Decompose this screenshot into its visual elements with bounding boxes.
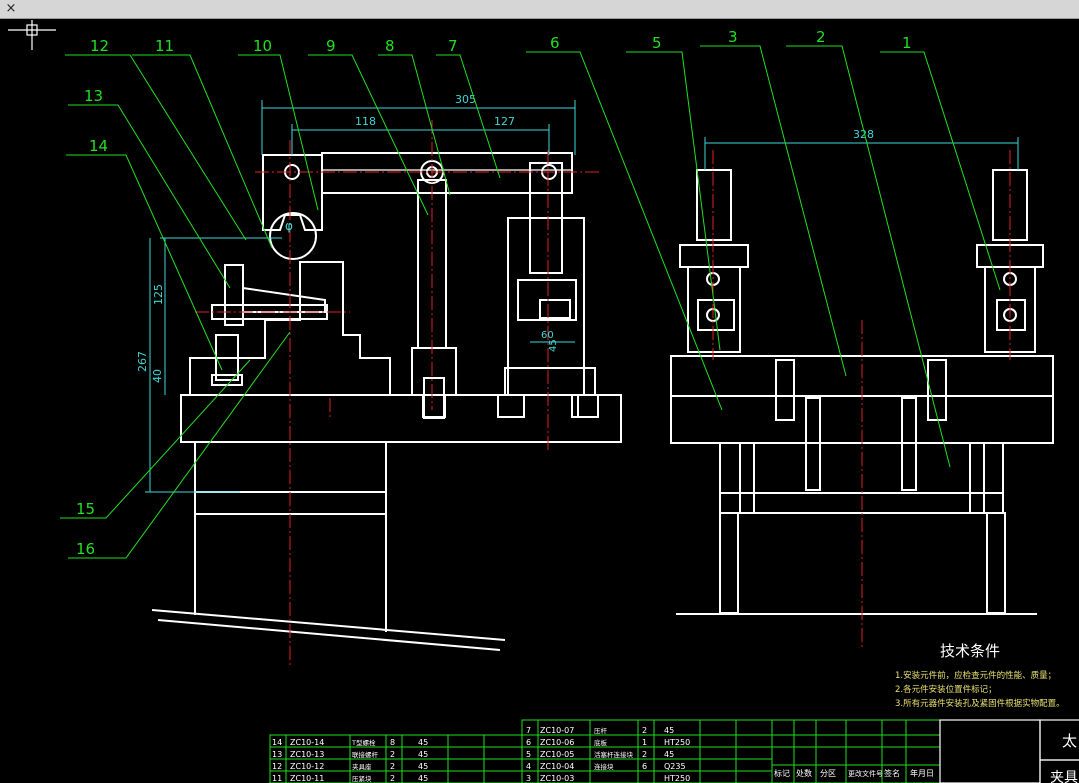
balloon-10: 10 xyxy=(253,37,272,55)
balloon-2: 2 xyxy=(816,28,826,46)
bom-name: 压杆 xyxy=(594,726,608,735)
bom-material: 45 xyxy=(664,726,674,735)
bom-no: 6 xyxy=(526,738,531,747)
svg-text:267: 267 xyxy=(136,351,149,372)
tb-header-4: 更改文件号 xyxy=(848,769,883,778)
bom-code: ZC10-07 xyxy=(540,726,574,735)
title-block: 标记 处数 分区 更改文件号 签名 年月日 太 夹具 xyxy=(771,719,1079,783)
balloon-11: 11 xyxy=(155,37,174,55)
document-tab-bar: × xyxy=(0,0,1079,19)
bom-material: 45 xyxy=(418,762,428,771)
bom-name: 底板 xyxy=(594,738,608,747)
support-stand xyxy=(151,442,506,651)
bom-code: ZC10-12 xyxy=(290,762,324,771)
side-view xyxy=(670,150,1054,650)
bom-code: ZC10-11 xyxy=(290,774,324,783)
tb-header-3: 分区 xyxy=(820,769,836,778)
bom-no: 12 xyxy=(272,762,282,771)
bom-qty: 2 xyxy=(642,750,647,759)
bom-material: 45 xyxy=(664,750,674,759)
bom-material: HT250 xyxy=(664,774,690,783)
balloon-6: 6 xyxy=(550,34,560,52)
workpiece-circle xyxy=(269,212,317,260)
tech-line-2: 2.各元件安装位置件标记； xyxy=(895,684,997,695)
bom-code: ZC10-13 xyxy=(290,750,324,759)
balloon-12: 12 xyxy=(90,37,109,55)
tb-header-5: 签名 xyxy=(884,768,900,778)
balloon-14: 14 xyxy=(89,137,108,155)
balloon-9: 9 xyxy=(326,37,336,55)
bom-no: 3 xyxy=(526,774,531,783)
side-cylinder-left xyxy=(696,169,732,241)
tech-line-3: 3.所有元器件安装孔及紧固件根据实物配置。 xyxy=(895,698,1065,709)
bom-material: HT250 xyxy=(664,738,690,747)
bom-no: 7 xyxy=(526,726,531,735)
technical-conditions: 技术条件 1.安装元件前，应检查元件的性能、质量； 2.各元件安装位置件标记； … xyxy=(895,642,1065,709)
balloon-13: 13 xyxy=(84,87,103,105)
bom-material: 45 xyxy=(418,738,428,747)
bom-material: Q235 xyxy=(664,762,686,771)
tb-header-2: 处数 xyxy=(796,768,812,778)
bom-qty: 2 xyxy=(642,726,647,735)
drawing-name: 夹具 xyxy=(1050,770,1078,783)
balloon-1: 1 xyxy=(902,34,912,52)
svg-text:127: 127 xyxy=(494,115,515,128)
bom-qty: 2 xyxy=(390,750,395,759)
balloon-leaders xyxy=(60,45,1001,559)
bom-no: 4 xyxy=(526,762,531,771)
svg-text:125: 125 xyxy=(152,284,165,305)
bom-no: 11 xyxy=(272,774,282,783)
ucs-crosshair xyxy=(8,20,56,50)
tech-title: 技术条件 xyxy=(940,642,1000,660)
base-plate xyxy=(180,394,622,443)
bom-name: 夹具座 xyxy=(352,762,372,771)
bom-qty: 6 xyxy=(642,762,647,771)
svg-text:φ: φ xyxy=(285,219,293,233)
bom-code: ZC10-06 xyxy=(540,738,574,747)
balloon-5: 5 xyxy=(652,34,662,52)
tb-header-6: 年月日 xyxy=(910,768,934,778)
bom-material: 45 xyxy=(418,774,428,783)
company-name: 太 xyxy=(1062,732,1077,750)
bom-no: 13 xyxy=(272,750,282,759)
bom-code: ZC10-03 xyxy=(540,774,574,783)
bom-no: 14 xyxy=(272,738,282,747)
balloon-3: 3 xyxy=(728,28,738,46)
bom-material: 45 xyxy=(418,750,428,759)
cad-drawing-canvas[interactable]: 305 118 127 328 125 267 40 60 45 φ 12 11… xyxy=(0,19,1079,783)
balloon-7: 7 xyxy=(448,37,458,55)
bom-name: T型螺栓 xyxy=(351,738,376,747)
bom-code: ZC10-05 xyxy=(540,750,574,759)
tb-header-1: 标记 xyxy=(774,768,790,778)
close-tab-button[interactable]: × xyxy=(3,1,19,17)
svg-text:45: 45 xyxy=(548,339,559,352)
balloon-15: 15 xyxy=(76,500,95,518)
bom-qty: 8 xyxy=(390,738,395,747)
svg-text:118: 118 xyxy=(355,115,376,128)
balloon-8: 8 xyxy=(385,37,395,55)
balloon-16: 16 xyxy=(76,540,95,558)
bom-code: ZC10-04 xyxy=(540,762,574,771)
bom-no: 5 xyxy=(526,750,531,759)
svg-text:40: 40 xyxy=(151,369,164,383)
bom-qty: 1 xyxy=(642,738,647,747)
bom-name: 压紧块 xyxy=(352,774,372,783)
bom-name: 连接块 xyxy=(594,762,614,771)
bom-code: ZC10-14 xyxy=(290,738,324,747)
bom-name: 联接螺杆 xyxy=(352,750,379,759)
bom-qty: 2 xyxy=(390,774,395,783)
bom-name: 活塞杆连接块 xyxy=(594,750,634,759)
tech-line-1: 1.安装元件前，应检查元件的性能、质量； xyxy=(895,670,1056,681)
bom-qty: 2 xyxy=(390,762,395,771)
